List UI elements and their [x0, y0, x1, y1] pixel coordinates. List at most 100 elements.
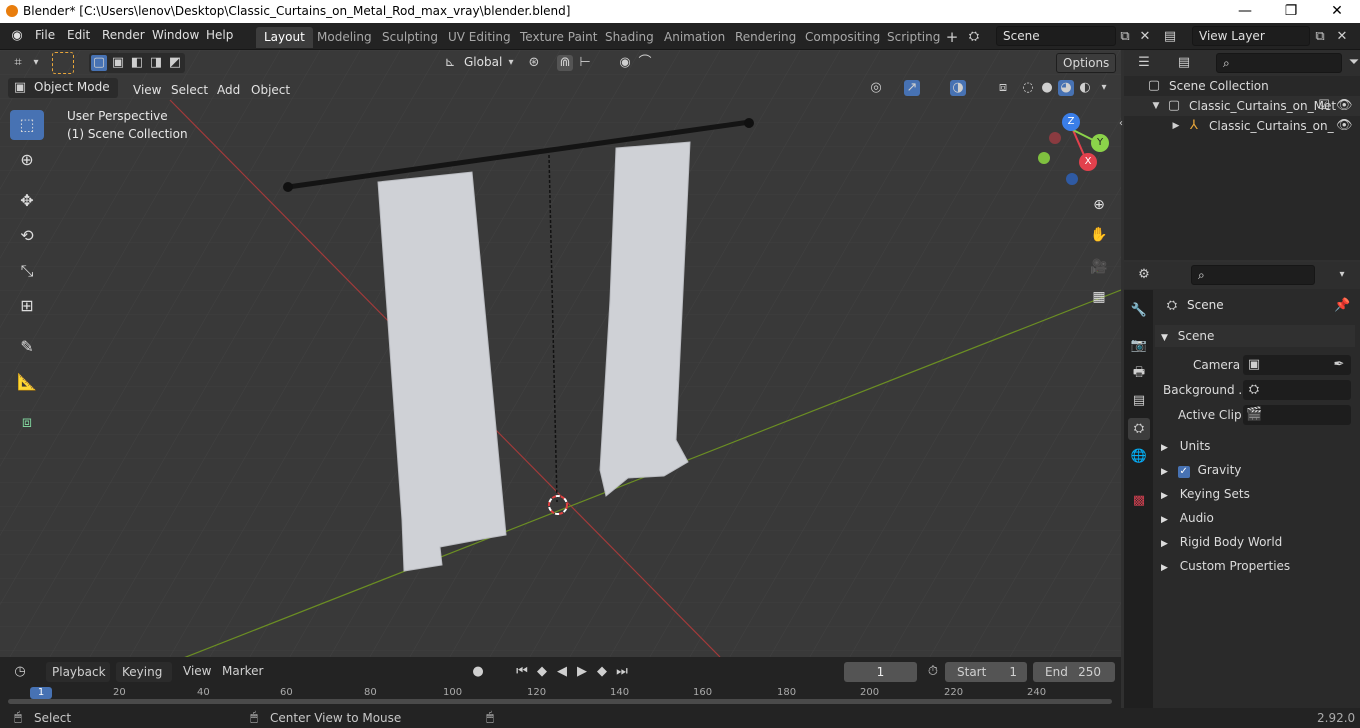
gizmo-neg-z[interactable]: [1066, 173, 1078, 185]
gizmo-neg-x[interactable]: [1049, 132, 1061, 144]
delete-view-layer-icon[interactable]: ✕: [1334, 29, 1350, 45]
wireframe-shading-icon[interactable]: ◌: [1020, 80, 1036, 96]
options-dropdown[interactable]: Options: [1056, 53, 1116, 73]
outliner-row-root[interactable]: ▢ Scene Collection: [1124, 76, 1360, 96]
display-mode-icon[interactable]: ▤: [1176, 55, 1192, 71]
viewport-menu-view[interactable]: View: [128, 81, 166, 100]
panel-audio[interactable]: ▶ Audio: [1155, 507, 1355, 529]
select-subtract-icon[interactable]: ◧: [129, 55, 145, 71]
gizmo-z-icon[interactable]: Z: [1062, 113, 1080, 131]
snap-target-icon[interactable]: ⊢: [577, 55, 593, 71]
move-tool-icon[interactable]: ✥: [10, 186, 44, 216]
3d-viewport[interactable]: [0, 50, 1121, 657]
add-cube-tool-icon[interactable]: ⧈: [10, 407, 44, 437]
tab-uv-editing[interactable]: UV Editing: [440, 27, 519, 48]
panel-custom-properties[interactable]: ▶ Custom Properties: [1155, 555, 1355, 577]
menu-render[interactable]: Render: [102, 28, 145, 42]
menu-window[interactable]: Window: [152, 28, 199, 42]
start-frame-field[interactable]: Start 1: [945, 662, 1027, 682]
visibility-eye-icon[interactable]: 👁: [1336, 118, 1353, 134]
viewport-menu-select[interactable]: Select: [166, 81, 213, 100]
viewport-scene[interactable]: [0, 50, 1121, 657]
rotate-tool-icon[interactable]: ⟲: [10, 221, 44, 251]
new-scene-icon[interactable]: ⧉: [1117, 29, 1133, 45]
scale-tool-icon[interactable]: ⤡: [10, 256, 44, 286]
background-scene-field[interactable]: ⛭: [1243, 380, 1351, 400]
tab-compositing[interactable]: Compositing: [797, 27, 888, 48]
viewport-menu-object[interactable]: Object: [246, 81, 295, 100]
scene-icon[interactable]: ⛭: [966, 29, 982, 45]
playback-menu[interactable]: Playback: [46, 662, 110, 682]
panel-rigid-body-world[interactable]: ▶ Rigid Body World: [1155, 531, 1355, 553]
select-invert-icon[interactable]: ◨: [148, 55, 164, 71]
editor-type-icon[interactable]: ⌗: [10, 55, 26, 71]
tab-rendering[interactable]: Rendering: [727, 27, 804, 48]
cursor-tool-icon[interactable]: ⊕: [10, 145, 44, 175]
play-icon[interactable]: ▶: [574, 664, 590, 680]
properties-search-input[interactable]: ⌕: [1191, 265, 1315, 285]
tool-tab-icon[interactable]: 🔧: [1128, 300, 1150, 322]
select-tool-icon[interactable]: [52, 52, 74, 74]
tab-animation[interactable]: Animation: [656, 27, 733, 48]
measure-tool-icon[interactable]: 📐: [10, 367, 44, 397]
render-tab-icon[interactable]: 📷: [1128, 335, 1150, 357]
annotate-tool-icon[interactable]: ✎: [10, 332, 44, 362]
minimize-button[interactable]: —: [1222, 0, 1268, 23]
close-window-button[interactable]: ✕: [1314, 0, 1360, 23]
outliner-editor-icon[interactable]: ☰: [1136, 55, 1152, 71]
falloff-icon[interactable]: ⌒: [637, 55, 653, 71]
play-reverse-icon[interactable]: ◀: [554, 664, 570, 680]
orientation-dropdown-icon[interactable]: ▾: [503, 55, 519, 71]
gizmo-x-icon[interactable]: X: [1079, 153, 1097, 171]
scene-selector[interactable]: Scene: [996, 26, 1116, 46]
timeline-scrollbar[interactable]: [8, 699, 1112, 704]
tab-layout[interactable]: Layout: [256, 27, 313, 48]
delete-scene-icon[interactable]: ✕: [1137, 29, 1153, 45]
xray-icon[interactable]: ⧈: [995, 80, 1011, 96]
add-workspace-icon[interactable]: +: [944, 29, 960, 45]
visibility-eye-icon[interactable]: 👁: [1336, 98, 1353, 114]
prev-keyframe-icon[interactable]: ◆: [534, 664, 550, 680]
expand-chevron-icon[interactable]: ▶: [1168, 118, 1184, 134]
select-new-icon[interactable]: ▢: [91, 55, 107, 71]
select-intersect-icon[interactable]: ◩: [167, 55, 183, 71]
auto-keying-icon[interactable]: ●: [470, 664, 486, 680]
properties-options-icon[interactable]: ▾: [1334, 267, 1350, 283]
select-box-tool-icon[interactable]: ⬚: [10, 110, 44, 140]
keying-menu[interactable]: Keying: [116, 662, 172, 682]
object-mode-select[interactable]: ▣ Object Mode: [8, 78, 118, 98]
jump-start-icon[interactable]: ⏮: [514, 664, 530, 680]
pivot-point-icon[interactable]: ⊛: [526, 55, 542, 71]
solid-shading-icon[interactable]: ●: [1039, 80, 1055, 96]
jump-end-icon[interactable]: ⏭: [614, 664, 630, 680]
tab-texture-paint[interactable]: Texture Paint: [512, 27, 605, 48]
zoom-icon[interactable]: ⊕: [1086, 192, 1112, 218]
menu-edit[interactable]: Edit: [67, 28, 90, 42]
view-layer-tab-icon[interactable]: ▤: [1128, 390, 1150, 412]
maximize-button[interactable]: ❐: [1268, 0, 1314, 23]
select-extend-icon[interactable]: ▣: [110, 55, 126, 71]
timeline-marker-menu[interactable]: Marker: [222, 664, 263, 678]
next-keyframe-icon[interactable]: ◆: [594, 664, 610, 680]
gravity-checkbox[interactable]: ✓: [1177, 466, 1190, 478]
editor-type-dropdown-icon[interactable]: ▾: [28, 55, 44, 71]
gizmo-toggle-icon[interactable]: ↗: [904, 80, 920, 96]
transform-tool-icon[interactable]: ⊞: [10, 291, 44, 321]
outliner-row-object[interactable]: ▶ ⅄ Classic_Curtains_on_ 👁: [1124, 116, 1360, 136]
visibility-eye-icon[interactable]: ◎: [868, 80, 884, 96]
outliner-row-collection[interactable]: ▼ ▢ Classic_Curtains_on_Met ☑ 👁: [1124, 96, 1360, 116]
filter-icon[interactable]: ⏷: [1346, 55, 1360, 71]
view-layer-selector[interactable]: View Layer: [1192, 26, 1310, 46]
gizmo-neg-y[interactable]: [1038, 152, 1050, 164]
menu-file[interactable]: File: [35, 28, 55, 42]
snap-icon[interactable]: ⋒: [557, 55, 573, 71]
playhead[interactable]: 1: [30, 687, 52, 699]
scene-tab-icon[interactable]: ⛭: [1128, 418, 1150, 440]
viewport-menu-add[interactable]: Add: [212, 81, 245, 100]
texture-tab-icon[interactable]: ▩: [1128, 490, 1150, 512]
tab-modeling[interactable]: Modeling: [309, 27, 380, 48]
proportional-edit-icon[interactable]: ◉: [617, 55, 633, 71]
material-shading-icon[interactable]: ◕: [1058, 80, 1074, 96]
world-tab-icon[interactable]: 🌐: [1128, 446, 1150, 468]
tab-scripting[interactable]: Scripting: [879, 27, 948, 48]
